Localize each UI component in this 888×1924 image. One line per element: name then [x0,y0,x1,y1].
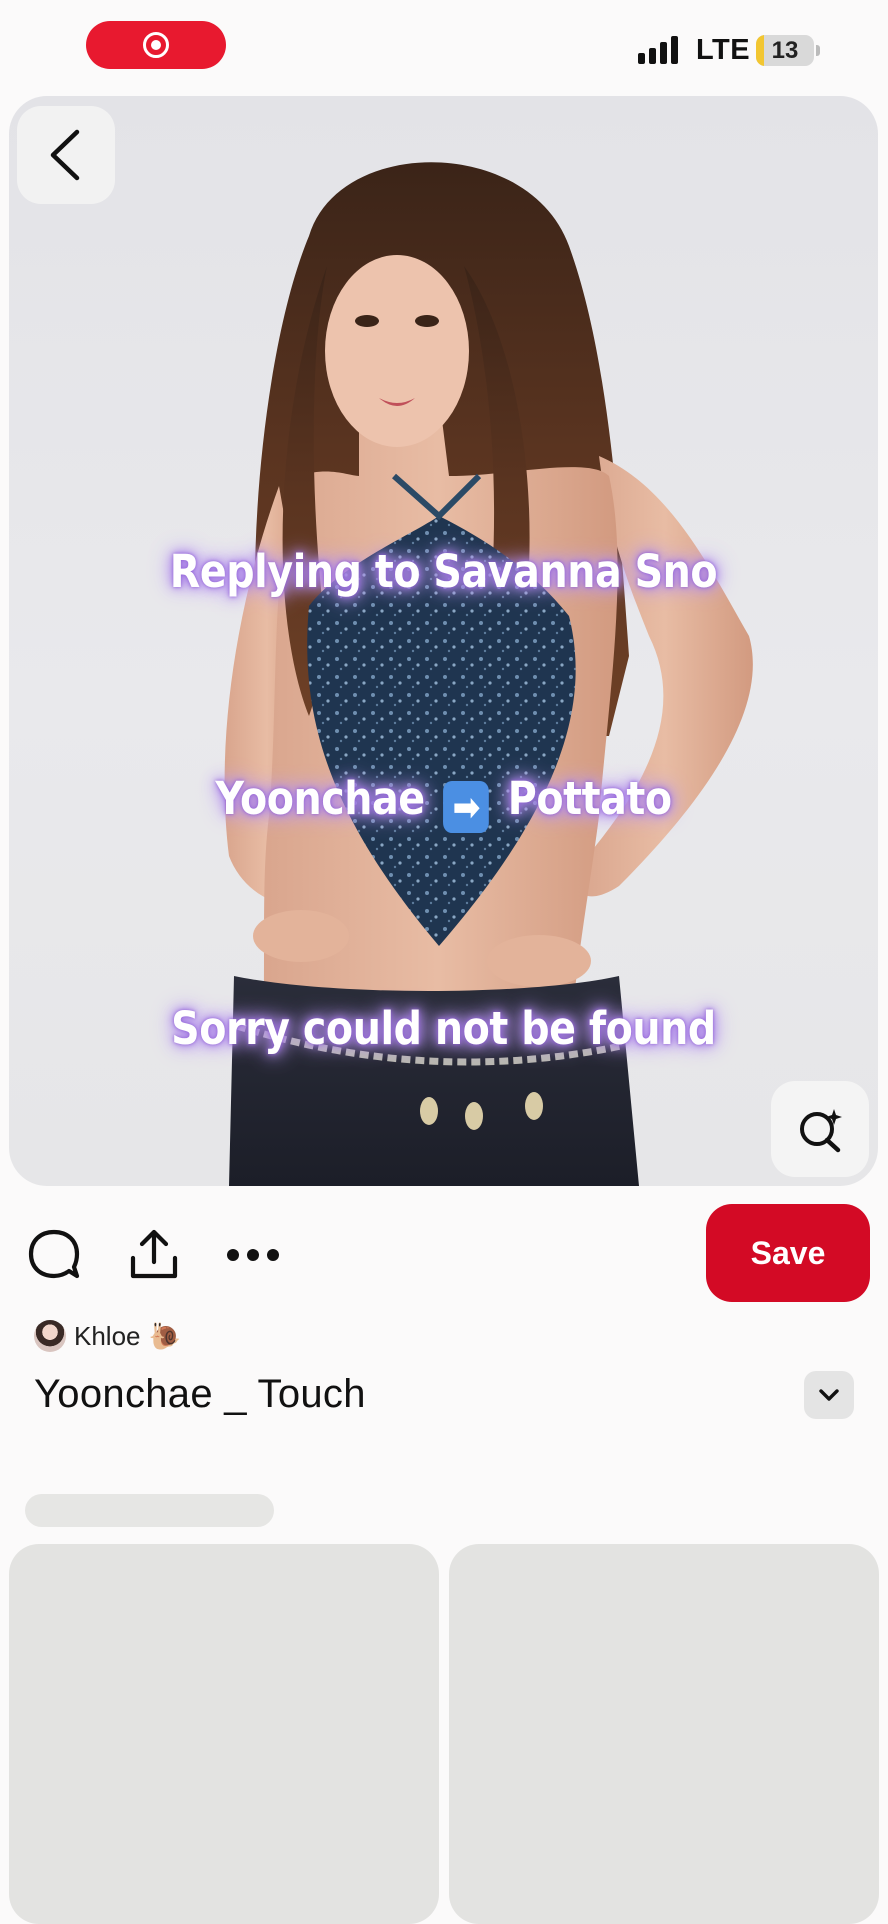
back-button[interactable] [17,106,115,204]
pin-image[interactable]: Replying to Savanna Sno Yoonchae ➡ Potta… [9,96,878,1186]
snail-emoji: 🐌 [148,1320,181,1351]
visual-search-button[interactable] [771,1081,869,1177]
arrow-right-icon: ➡ [443,781,490,833]
chevron-down-icon [819,1389,839,1401]
overlay-caption-status: Sorry could not be found [171,1002,716,1055]
share-icon [130,1229,178,1279]
record-icon [143,32,169,58]
loading-placeholder-card [9,1544,439,1924]
comment-button[interactable] [24,1225,84,1285]
battery-icon: 13 [756,35,814,66]
overlay-name-from: Yoonchae [215,772,425,825]
loading-placeholder-card [449,1544,879,1924]
save-button[interactable]: Save [706,1204,870,1302]
screen-recording-indicator[interactable] [86,21,226,69]
battery-cap [816,45,820,56]
status-bar: LTE 13 [0,0,888,96]
share-button[interactable] [124,1225,184,1285]
cellular-signal-icon [638,36,678,64]
author-name[interactable]: Khloe [74,1321,141,1352]
loading-placeholder-heading [25,1494,274,1527]
overlay-name-to: Pottato [507,772,672,825]
network-type: LTE [696,34,751,66]
pin-author[interactable]: Khloe 🐌 [34,1316,181,1356]
overlay-caption-names: Yoonchae ➡ Pottato [61,772,826,833]
battery-level: 13 [771,37,799,64]
overlay-caption-reply: Replying to Savanna Sno [169,545,718,598]
avatar[interactable] [34,1320,66,1352]
visual-search-icon [800,1109,842,1153]
pin-title: Yoonchae _ Touch [34,1372,366,1416]
comment-icon [28,1229,80,1279]
more-icon [227,1249,279,1261]
pin-action-row: Save [0,1200,888,1310]
expand-details-button[interactable] [804,1371,854,1419]
chevron-left-icon [50,129,80,181]
more-options-button[interactable] [223,1225,283,1285]
